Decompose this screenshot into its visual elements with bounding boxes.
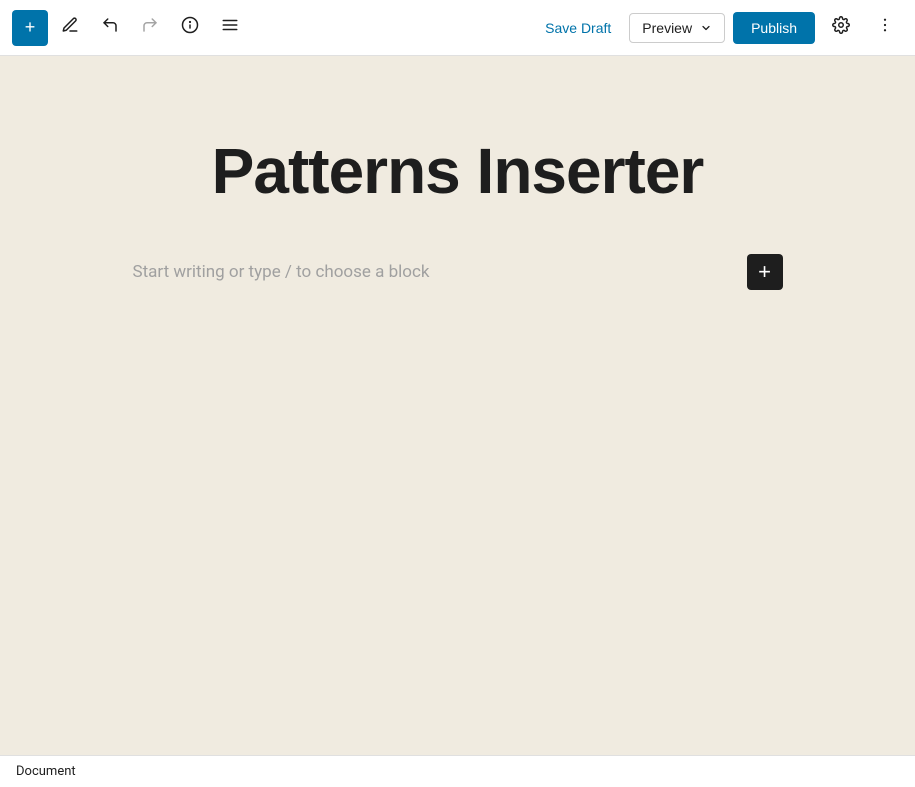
tools-button[interactable]: [52, 10, 88, 46]
undo-icon: [101, 16, 119, 39]
editor-content: Patterns Inserter Start writing or type …: [133, 136, 783, 298]
ellipsis-vertical-icon: [876, 16, 894, 39]
editor-area: Patterns Inserter Start writing or type …: [0, 56, 915, 755]
info-icon: [181, 16, 199, 39]
gear-icon: [832, 16, 850, 39]
add-block-toolbar-button[interactable]: +: [12, 10, 48, 46]
toolbar-right: Save Draft Preview Publish: [535, 10, 903, 46]
settings-button[interactable]: [823, 10, 859, 46]
list-view-icon: [221, 16, 239, 39]
info-button[interactable]: [172, 10, 208, 46]
block-placeholder-text: Start writing or type / to choose a bloc…: [133, 262, 430, 282]
publish-button[interactable]: Publish: [733, 12, 815, 44]
status-bar: Document: [0, 755, 915, 787]
toolbar-left: +: [12, 10, 535, 46]
block-placeholder-row[interactable]: Start writing or type / to choose a bloc…: [133, 246, 783, 298]
post-title[interactable]: Patterns Inserter: [133, 136, 783, 206]
toolbar: +: [0, 0, 915, 56]
document-label: Document: [16, 764, 76, 779]
undo-button[interactable]: [92, 10, 128, 46]
pencil-icon: [61, 16, 79, 39]
preview-label: Preview: [642, 20, 692, 36]
list-view-button[interactable]: [212, 10, 248, 46]
save-draft-button[interactable]: Save Draft: [535, 14, 621, 42]
plus-icon: +: [25, 17, 36, 38]
add-block-button[interactable]: +: [747, 254, 783, 290]
plus-icon: +: [758, 261, 771, 283]
chevron-down-icon: [700, 22, 712, 34]
preview-button[interactable]: Preview: [629, 13, 725, 43]
redo-icon: [141, 16, 159, 39]
more-options-button[interactable]: [867, 10, 903, 46]
redo-button[interactable]: [132, 10, 168, 46]
